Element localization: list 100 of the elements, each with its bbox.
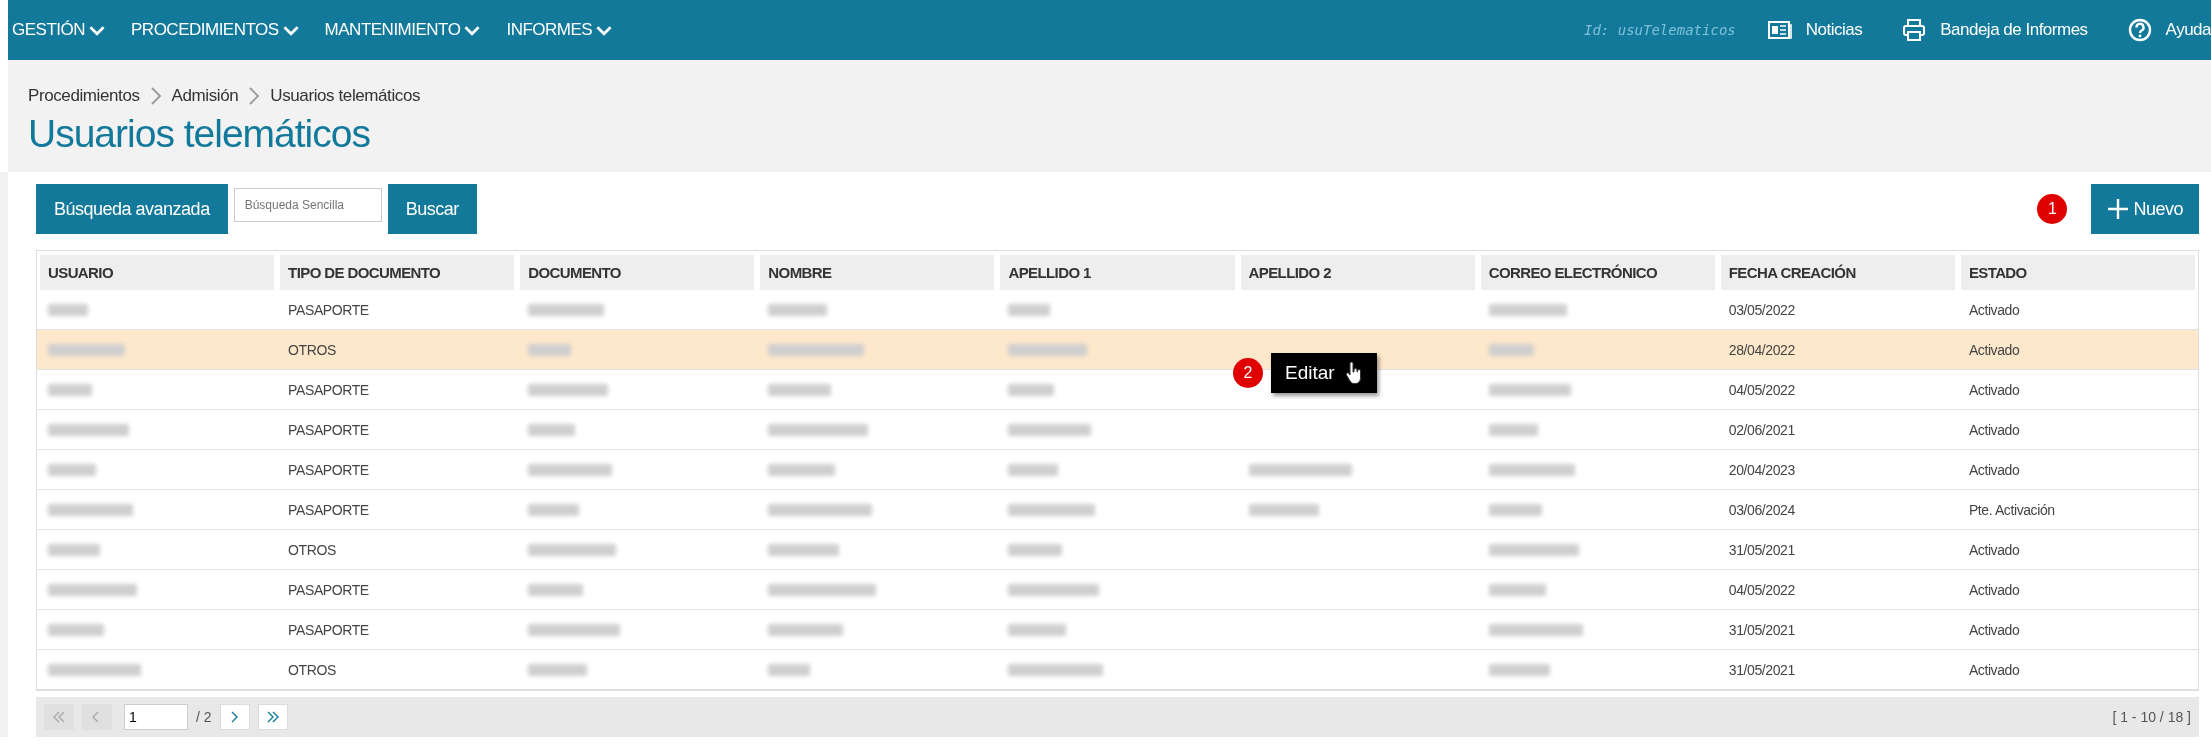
table-cell-text: Pte. Activación (1967, 500, 2056, 520)
column-header[interactable]: DOCUMENTO (520, 255, 755, 290)
table-row[interactable]: PASAPORTE 31/05/2021 Activado (37, 610, 2198, 650)
column-header[interactable]: APELLIDO 2 (1240, 255, 1475, 290)
chevron-down-icon (89, 24, 105, 36)
table-row[interactable]: PASAPORTE 03/06/2024 Pte. Activación (37, 490, 2198, 530)
next-page-button[interactable] (219, 704, 250, 730)
table-cell-text: OTROS (287, 660, 337, 680)
newspaper-icon (1767, 20, 1792, 40)
redacted-text (768, 543, 840, 556)
table-cell-text: Activado (1967, 420, 2021, 440)
table-cell-text: 03/06/2024 (1727, 500, 1796, 520)
column-header[interactable]: FECHA CREACIÓN (1720, 255, 1955, 290)
table-cell-text: 04/05/2022 (1727, 580, 1796, 600)
table-row[interactable]: OTROS 31/05/2021 Activado (37, 530, 2198, 570)
top-link[interactable]: Bandeja de Informes (1902, 18, 2088, 42)
table-row[interactable]: PASAPORTE 02/06/2021 Activado (37, 410, 2198, 450)
redacted-text (528, 503, 580, 516)
menu-item[interactable]: INFORMES (506, 20, 613, 40)
redacted-text (1488, 583, 1546, 596)
table-cell-text: Activado (1967, 380, 2021, 400)
redacted-text (1008, 463, 1059, 476)
redacted-text (1008, 383, 1055, 396)
search-field[interactable]: Búsqueda Sencilla (233, 188, 382, 222)
table-cell-text: 04/05/2022 (1727, 380, 1796, 400)
table-cell-text: PASAPORTE (287, 500, 370, 520)
redacted-text (1488, 503, 1542, 516)
table-row[interactable]: PASAPORTE 04/05/2022 Activado (37, 570, 2198, 610)
chevron-down-icon (282, 24, 299, 36)
advanced-search-button[interactable]: Búsqueda avanzada (36, 184, 228, 234)
page-title: Usuarios telemáticos (28, 112, 371, 156)
redacted-text (528, 583, 584, 596)
table-cell-text: PASAPORTE (287, 620, 370, 640)
table-cell-text: PASAPORTE (287, 300, 370, 320)
column-header[interactable]: USUARIO (40, 255, 275, 290)
breadcrumb-item[interactable]: Procedimientos (28, 86, 140, 106)
table-cell-text: PASAPORTE (287, 420, 370, 440)
table-cell-text: OTROS (287, 340, 337, 360)
new-button[interactable]: Nuevo (2091, 184, 2199, 234)
redacted-text (768, 383, 832, 396)
redacted-text (768, 303, 828, 316)
redacted-text (1008, 303, 1051, 316)
redacted-text (1248, 503, 1319, 516)
table-row[interactable]: OTROS 31/05/2021 Activado (37, 650, 2198, 690)
table-cell-text: Activado (1967, 340, 2021, 360)
printer-icon (1902, 19, 1927, 41)
table-cell-text: 31/05/2021 (1727, 540, 1796, 560)
hand-cursor-icon (1344, 361, 1363, 385)
breadcrumb-item[interactable]: Usuarios telemáticos (270, 86, 421, 106)
table-cell-text: PASAPORTE (287, 580, 370, 600)
redacted-text (768, 663, 811, 676)
table-cell-text: Activado (1967, 580, 2021, 600)
record-range: [ 1 - 10 / 18 ] (2112, 709, 2191, 725)
top-link[interactable]: Ayuda (2127, 18, 2211, 42)
chevron-down-icon (464, 24, 481, 36)
page-input[interactable]: 1 (124, 704, 188, 730)
redacted-text (768, 463, 836, 476)
redacted-text (528, 423, 576, 436)
page-total: / 2 (196, 709, 212, 725)
chevron-down-icon (596, 24, 613, 36)
menu-item[interactable]: MANTENIMIENTO (324, 20, 481, 40)
redacted-text (1488, 663, 1550, 676)
table-cell-text: Activado (1967, 300, 2021, 320)
chevron-right-icon (149, 86, 162, 106)
column-header[interactable]: APELLIDO 1 (1000, 255, 1235, 290)
table-cell-text: Activado (1967, 660, 2021, 680)
table-cell-text: 31/05/2021 (1727, 660, 1796, 680)
step-marker: 1 (2037, 194, 2068, 224)
breadcrumb-item[interactable]: Admisión (171, 86, 239, 106)
edit-menu-item[interactable]: Editar (1271, 353, 1377, 393)
redacted-text (48, 383, 92, 396)
table-row[interactable]: PASAPORTE 20/04/2023 Activado (37, 450, 2198, 490)
redacted-text (528, 343, 572, 356)
redacted-text (1008, 543, 1063, 556)
help-icon (2127, 18, 2152, 42)
table-cell-text: 28/04/2022 (1727, 340, 1796, 360)
redacted-text (48, 543, 100, 556)
column-header[interactable]: CORREO ELECTRÓNICO (1480, 255, 1715, 290)
redacted-text (1488, 423, 1538, 436)
redacted-text (528, 663, 588, 676)
table-cell-text: Activado (1967, 540, 2021, 560)
table-cell-text: 02/06/2021 (1727, 420, 1796, 440)
step-marker: 2 (1233, 358, 1263, 388)
table-cell-text: Activado (1967, 460, 2021, 480)
table-cell-text: 31/05/2021 (1727, 620, 1796, 640)
table-cell-text: PASAPORTE (287, 380, 370, 400)
table-cell-text: Activado (1967, 620, 2021, 640)
plus-icon (2107, 198, 2130, 220)
table-cell-text: 03/05/2022 (1727, 300, 1796, 320)
table-cell-text: PASAPORTE (287, 460, 370, 480)
menu-item[interactable]: PROCEDIMIENTOS (131, 20, 299, 40)
menu-item[interactable]: GESTIÓN (12, 20, 105, 40)
double-chevron-left-icon (51, 710, 67, 724)
column-header[interactable]: TIPO DE DOCUMENTO (280, 255, 515, 290)
top-link[interactable]: Noticias (1767, 18, 1863, 42)
search-button[interactable]: Buscar (387, 184, 477, 234)
column-header[interactable]: NOMBRE (760, 255, 995, 290)
column-header[interactable]: ESTADO (1960, 255, 2195, 290)
table-cell-text: OTROS (287, 540, 337, 560)
last-page-button[interactable] (257, 704, 288, 730)
